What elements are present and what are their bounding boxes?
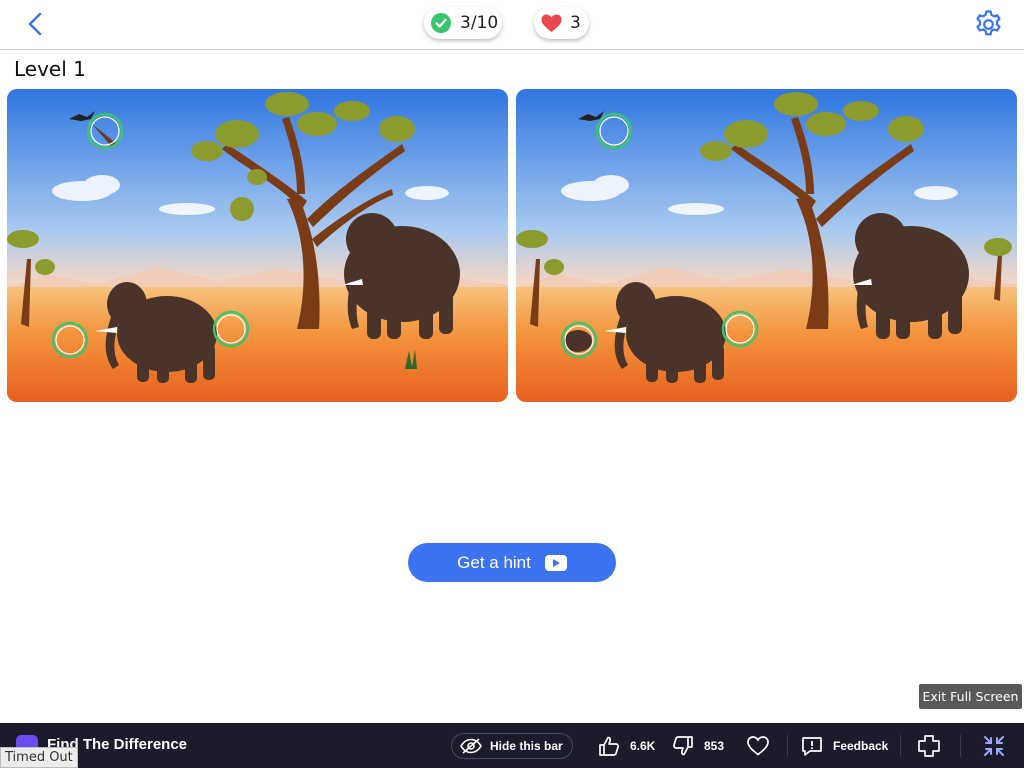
chevron-left-icon [28,12,42,36]
hide-bar-button[interactable]: Hide this bar [451,733,573,759]
score-counter: 3/10 [424,7,502,39]
exit-fullscreen-tooltip: Exit Full Screen [919,684,1022,709]
check-circle-icon [430,12,452,34]
level-title: Level 1 [14,57,86,81]
eye-off-icon [460,738,482,754]
lives-counter: 3 [534,7,589,39]
thumbs-down-icon [673,736,693,756]
scene-right-image[interactable] [516,89,1017,402]
hint-button-label: Get a hint [457,552,531,572]
lives-value: 3 [570,13,581,33]
status-label: Timed Out [0,747,78,768]
bottom-bar: Find The Difference Hide this bar 6.6K 8… [0,723,1024,768]
top-bar: 3/10 3 [0,0,1024,50]
back-button[interactable] [22,10,50,38]
gamepad-icon [918,735,940,757]
dislike-count: 853 [704,739,725,753]
controller-button[interactable] [917,733,951,759]
heart-icon [540,12,562,34]
collapse-icon [984,736,1004,756]
like-button[interactable]: 6.6K [598,733,655,759]
hide-bar-label: Hide this bar [490,739,563,753]
dislike-button[interactable]: 853 [672,733,724,759]
divider [900,735,901,757]
settings-button[interactable] [973,9,1004,40]
favorite-button[interactable] [747,733,779,759]
feedback-label: Feedback [833,739,889,753]
like-count: 6.6K [630,739,656,753]
heart-outline-icon [747,736,769,756]
feedback-button[interactable]: Feedback [801,733,888,759]
scene-left-image[interactable] [7,89,508,402]
video-play-icon [544,554,567,571]
thumbs-up-icon [599,736,619,756]
feedback-icon [802,737,822,756]
divider [960,735,961,757]
gear-icon [976,10,1001,36]
score-value: 3/10 [460,13,499,33]
exit-fullscreen-button[interactable] [982,733,1016,759]
divider [787,735,788,757]
get-hint-button[interactable]: Get a hint [408,543,616,582]
